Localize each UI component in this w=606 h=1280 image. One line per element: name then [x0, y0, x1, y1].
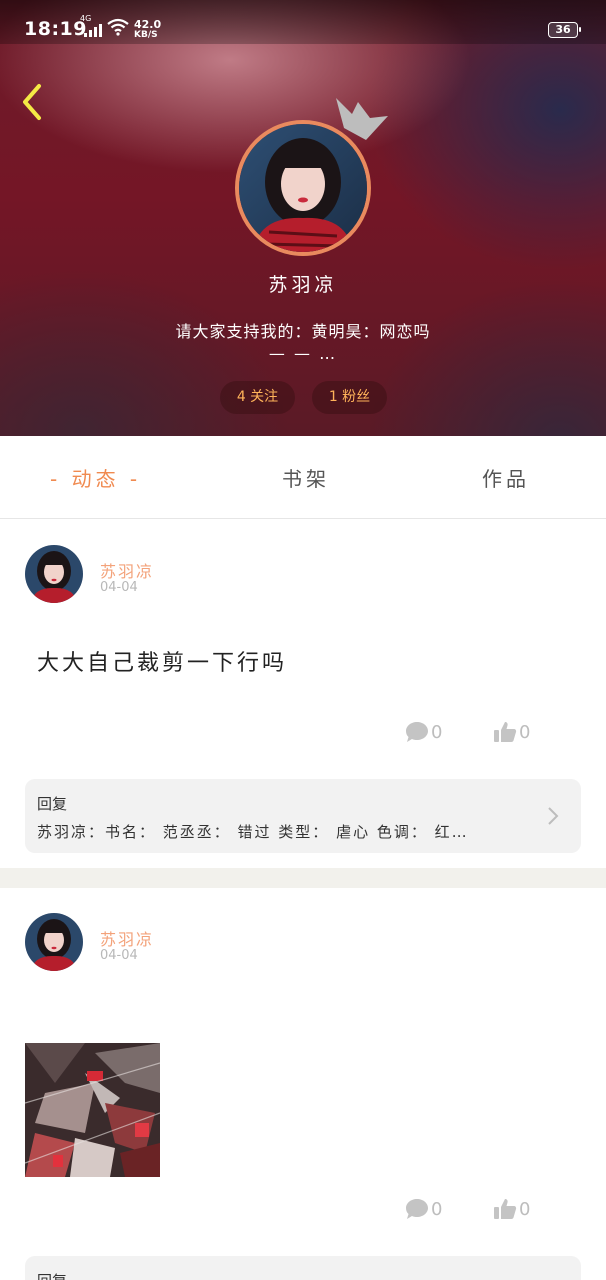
- post-item: 苏羽凉 04-04 大大自己裁剪一下行吗 0 0 回复 苏羽凉：书名： 范丞丞：…: [0, 520, 606, 868]
- comment-button[interactable]: 0: [405, 718, 442, 746]
- profile-avatar[interactable]: [235, 120, 371, 256]
- tab-works[interactable]: 作品: [482, 463, 530, 492]
- network-speed-unit: KB/S: [134, 30, 158, 40]
- tab-dynamic[interactable]: - 动态 -: [50, 463, 141, 492]
- profile-bio-more[interactable]: — — …: [0, 344, 606, 363]
- comment-count: 0: [431, 721, 443, 743]
- profile-header: 18:19 4G 42.0 KB/S 36 苏羽凉 请大家支持我的：黄明昊：网恋…: [0, 0, 606, 436]
- wifi-icon: [107, 18, 129, 36]
- post-date: 04-04: [100, 948, 138, 963]
- thumbs-up-icon: [494, 722, 517, 742]
- like-button[interactable]: 0: [493, 718, 530, 746]
- post-author-avatar[interactable]: [25, 545, 83, 603]
- tab-bookshelf[interactable]: 书架: [282, 463, 330, 492]
- post-author-avatar[interactable]: [25, 913, 83, 971]
- comment-icon: [406, 722, 428, 742]
- post-item: 苏羽凉 04-04 0 0: [0, 888, 606, 1280]
- status-bar: 18:19 4G 42.0 KB/S 36: [0, 0, 606, 44]
- cellular-signal-icon: 4G: [80, 14, 102, 38]
- chevron-right-icon: [548, 807, 559, 825]
- profile-tabs: - 动态 - 书架 作品: [0, 436, 606, 519]
- battery-level: 36: [555, 23, 571, 36]
- comment-count: 0: [431, 1198, 443, 1220]
- post-separator: [0, 868, 606, 888]
- back-arrow-icon[interactable]: [18, 82, 48, 122]
- thumbs-up-icon: [494, 1199, 517, 1219]
- like-button[interactable]: 0: [493, 1195, 530, 1223]
- like-count: 0: [519, 721, 531, 743]
- like-count: 0: [519, 1198, 531, 1220]
- post-author-name[interactable]: 苏羽凉: [100, 926, 154, 950]
- reply-label: 回复: [37, 1270, 67, 1280]
- comment-button[interactable]: 0: [405, 1195, 442, 1223]
- post-text: 大大自己裁剪一下行吗: [37, 651, 288, 676]
- profile-bio: 请大家支持我的：黄明昊：网恋吗: [175, 322, 431, 341]
- reply-preview[interactable]: 回复: [25, 1256, 581, 1280]
- network-type-label: 4G: [80, 14, 92, 23]
- reply-text: 苏羽凉：书名： 范丞丞： 错过 类型： 虐心 色调： 红…: [37, 823, 469, 841]
- network-speed: 42.0 KB/S: [134, 19, 161, 41]
- comment-icon: [406, 1199, 428, 1219]
- reply-preview[interactable]: 回复 苏羽凉：书名： 范丞丞： 错过 类型： 虐心 色调： 红…: [25, 779, 581, 853]
- following-button[interactable]: 4 关注: [220, 381, 295, 414]
- fans-button[interactable]: 1 粉丝: [312, 381, 387, 414]
- profile-name: 苏羽凉: [268, 274, 338, 296]
- post-date: 04-04: [100, 580, 138, 595]
- status-time: 18:19: [24, 18, 87, 40]
- network-speed-value: 42.0: [134, 18, 162, 31]
- battery-icon: 36: [548, 22, 581, 38]
- reply-label: 回复: [37, 795, 68, 813]
- post-author-name[interactable]: 苏羽凉: [100, 558, 154, 582]
- post-image[interactable]: [25, 1043, 160, 1177]
